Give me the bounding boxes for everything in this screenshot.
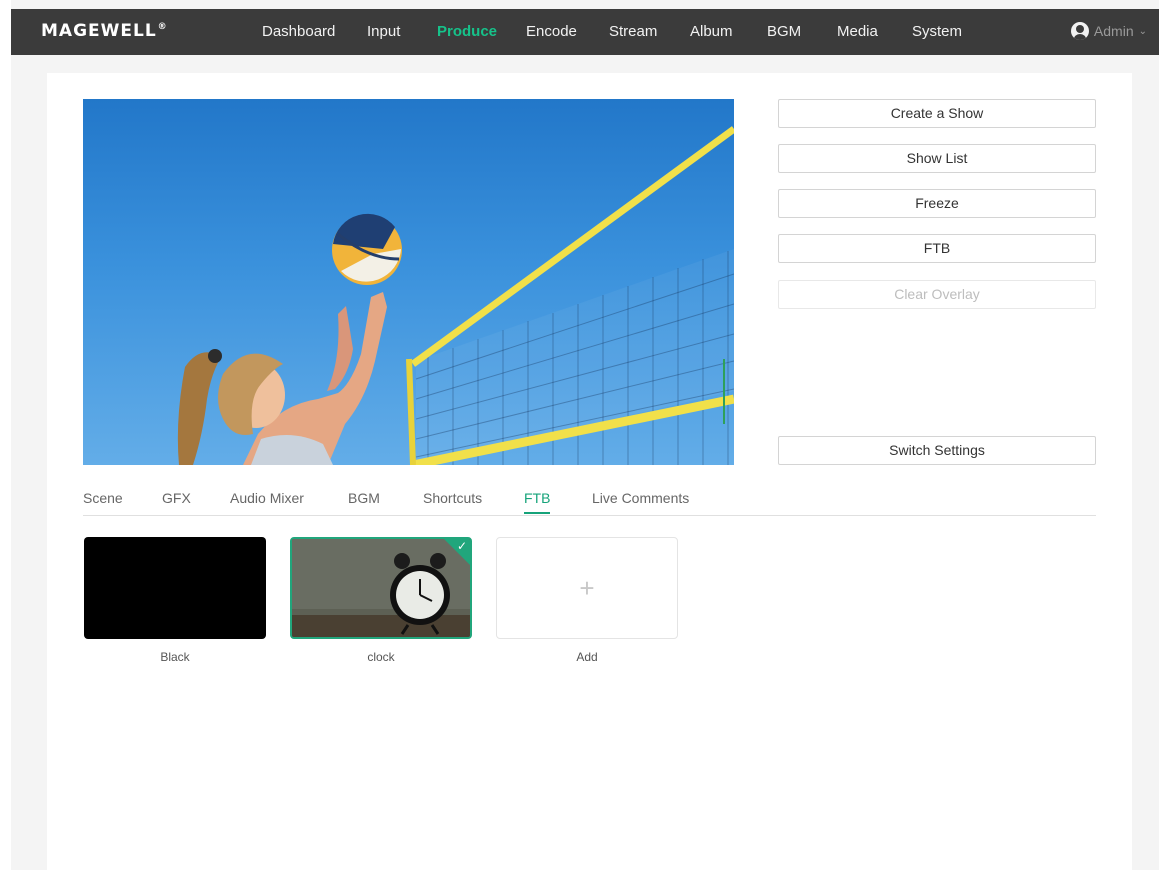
tab-audio-mixer[interactable]: Audio Mixer [230,490,304,512]
left-edge [0,0,11,870]
nav-item-media[interactable]: Media [837,23,878,40]
nav-item-encode[interactable]: Encode [526,23,577,40]
top-navigation-bar: MAGEWELL® Dashboard Input Produce Encode… [11,9,1159,55]
nav-item-album[interactable]: Album [690,23,733,40]
plus-icon: + [579,572,595,603]
ftb-button[interactable]: FTB [778,234,1096,263]
user-avatar-icon [1070,22,1089,40]
check-icon: ✓ [456,539,467,553]
freeze-button[interactable]: Freeze [778,189,1096,218]
tab-gfx[interactable]: GFX [162,490,191,512]
create-show-button[interactable]: Create a Show [778,99,1096,128]
tab-bgm[interactable]: BGM [348,490,380,512]
tab-live-comments[interactable]: Live Comments [592,490,689,512]
produce-panel: Create a Show Show List Freeze FTB Clear… [47,73,1132,870]
add-ftb-button[interactable]: + [496,537,678,639]
nav-item-produce[interactable]: Produce [437,23,497,40]
ftb-item-label: Add [576,650,598,664]
main-nav: Dashboard Input Produce Encode Stream Al… [11,9,1159,55]
user-menu[interactable]: Admin ⌄ [1070,22,1147,40]
volleyball-net [406,126,734,465]
nav-item-input[interactable]: Input [367,23,400,40]
ftb-item-label: Black [160,650,190,664]
show-list-button[interactable]: Show List [778,144,1096,173]
nav-item-bgm[interactable]: BGM [767,23,801,40]
volleyball [332,213,402,285]
program-preview [83,99,734,465]
ftb-item-black[interactable] [84,537,266,639]
chevron-down-icon: ⌄ [1138,25,1147,37]
preview-image [177,126,734,465]
clear-overlay-button[interactable]: Clear Overlay [778,280,1096,309]
tab-scene[interactable]: Scene [83,490,123,512]
tab-shortcuts[interactable]: Shortcuts [423,490,482,512]
tab-ftb[interactable]: FTB [524,490,551,514]
nav-item-dashboard[interactable]: Dashboard [262,23,335,40]
ftb-item-clock[interactable]: ✓ [290,537,472,639]
ftb-item-label: clock [367,650,395,664]
user-name: Admin [1093,23,1134,39]
produce-tabs: Scene GFX Audio Mixer BGM Shortcuts FTB … [83,487,1096,516]
nav-item-system[interactable]: System [912,23,962,40]
nav-item-stream[interactable]: Stream [609,23,657,40]
player [177,292,387,465]
switch-settings-button[interactable]: Switch Settings [778,436,1096,465]
